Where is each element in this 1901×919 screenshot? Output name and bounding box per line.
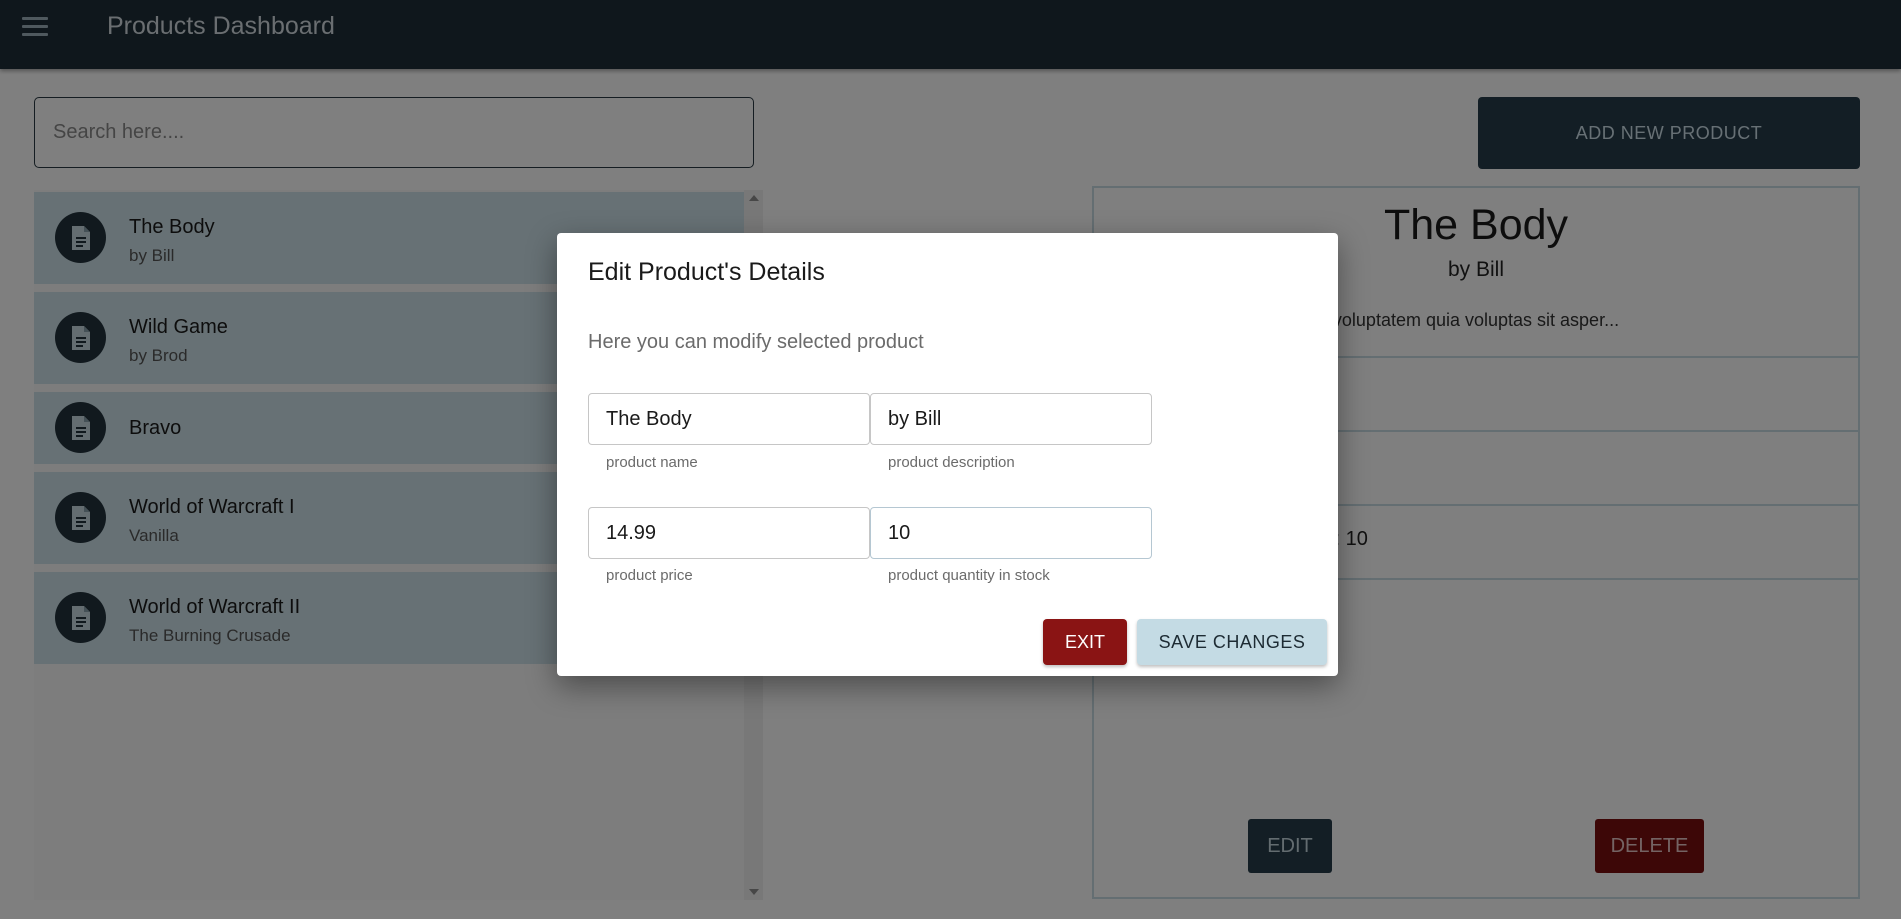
product-price-helper: product price	[606, 567, 693, 584]
exit-button[interactable]: EXIT	[1043, 619, 1127, 665]
dialog-title: Edit Product's Details	[588, 258, 825, 286]
product-description-helper: product description	[888, 454, 1015, 471]
product-quantity-input[interactable]	[871, 508, 1151, 558]
product-price-field[interactable]	[588, 507, 870, 559]
product-quantity-helper: product quantity in stock	[888, 567, 1050, 584]
product-description-field[interactable]	[870, 393, 1152, 445]
product-name-helper: product name	[606, 454, 698, 471]
save-changes-button[interactable]: SAVE CHANGES	[1137, 619, 1327, 665]
product-quantity-field[interactable]	[870, 507, 1152, 559]
product-price-input[interactable]	[589, 508, 869, 558]
product-name-input[interactable]	[589, 394, 869, 444]
product-name-field[interactable]	[588, 393, 870, 445]
dialog-text: Here you can modify selected product	[588, 331, 924, 353]
edit-product-dialog: Edit Product's Details Here you can modi…	[557, 233, 1338, 676]
product-description-input[interactable]	[871, 394, 1151, 444]
